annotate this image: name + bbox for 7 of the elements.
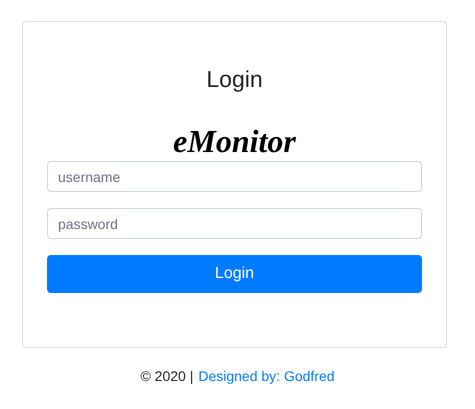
- card-title: Login: [206, 65, 263, 94]
- input-field[interactable]: password: [47, 208, 422, 239]
- logo: eMonitor: [173, 124, 296, 158]
- login-button[interactable]: Login: [47, 255, 422, 293]
- copyright-text: © 2020 |: [140, 367, 194, 385]
- input-field[interactable]: username: [47, 161, 422, 192]
- designer-link[interactable]: Designed by: Godfred: [198, 367, 335, 385]
